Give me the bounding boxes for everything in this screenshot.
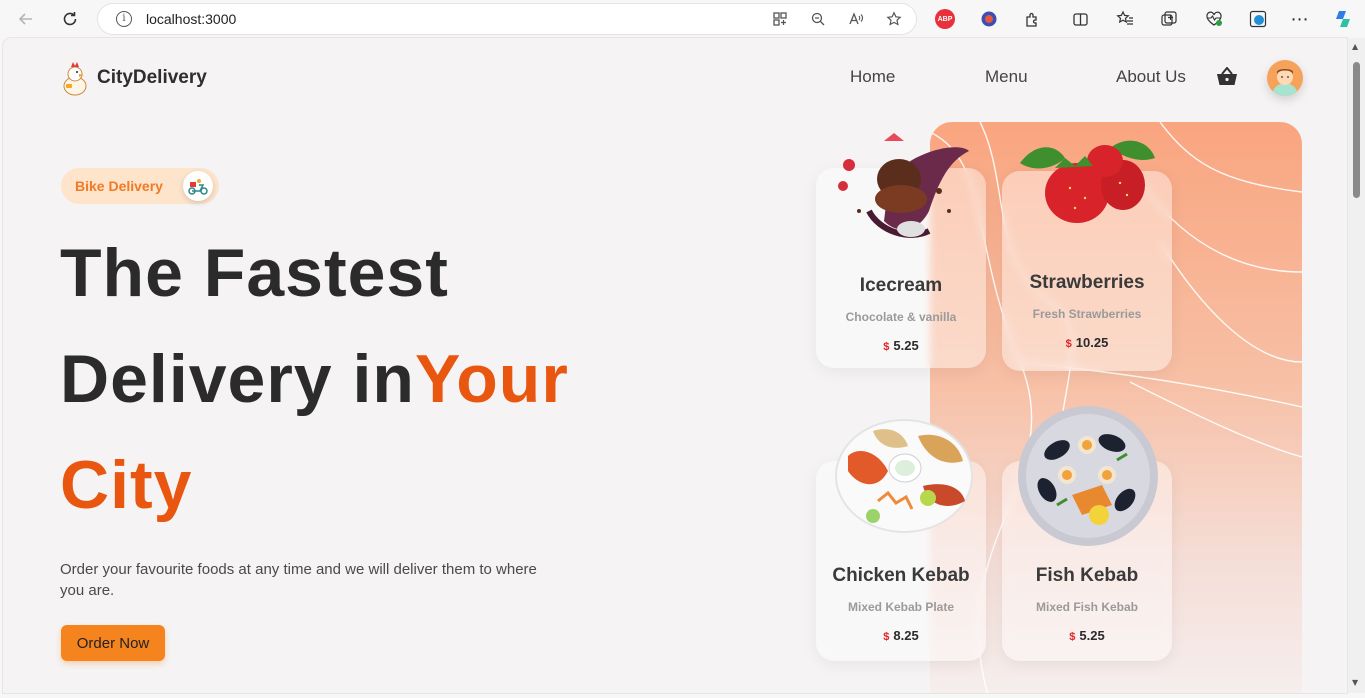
price-value: 8.25 [893, 628, 919, 643]
currency-symbol: $ [1069, 631, 1076, 643]
page-viewport: CityDelivery Home Menu About Us Bike Del… [3, 38, 1347, 693]
card-price: $8.25 [816, 628, 986, 643]
card-subtitle: Fresh Strawberries [1032, 307, 1142, 321]
user-avatar[interactable] [1267, 60, 1303, 96]
more-menu-icon[interactable]: ⋯ [1290, 9, 1310, 30]
card-title: Strawberries [1029, 272, 1145, 293]
price-value: 10.25 [1075, 335, 1109, 350]
card-price: $10.25 [1002, 335, 1172, 350]
browser-health-icon[interactable] [1204, 9, 1224, 29]
collections-icon[interactable] [1159, 9, 1179, 29]
order-now-button[interactable]: Order Now [61, 625, 165, 661]
address-bar[interactable]: i localhost:3000 [98, 4, 916, 34]
hero-title-line-2: Delivery inYour [60, 340, 569, 418]
price-value: 5.25 [1079, 628, 1105, 643]
scroll-up-arrow-icon[interactable]: ▲ [1352, 42, 1358, 51]
hero-title-accent-city: City [60, 447, 193, 523]
hero-title-line-1: The Fastest [60, 234, 449, 312]
favorite-star-icon[interactable] [884, 9, 904, 29]
card-title: Fish Kebab [1035, 565, 1139, 586]
currency-symbol: $ [1065, 338, 1072, 350]
shopping-basket-icon[interactable] [1216, 66, 1238, 87]
chicken-chef-logo-icon [60, 60, 90, 96]
scrollbar-thumb[interactable] [1353, 62, 1360, 198]
copilot-icon[interactable] [1333, 9, 1353, 29]
split-screen-icon[interactable] [1070, 9, 1090, 29]
apps-icon[interactable] [770, 9, 790, 29]
price-value: 5.25 [893, 338, 919, 353]
currency-symbol: $ [883, 341, 890, 353]
back-icon[interactable] [14, 7, 38, 31]
refresh-icon[interactable] [58, 7, 82, 31]
edge-extension-icon[interactable] [1248, 9, 1268, 29]
extension-globe-icon[interactable] [979, 9, 999, 29]
scroll-down-arrow-icon[interactable]: ▼ [1352, 678, 1358, 687]
brand-logo[interactable]: CityDelivery [60, 60, 207, 96]
nav-link-home[interactable]: Home [850, 67, 895, 87]
card-title: Icecream [859, 275, 943, 296]
delivery-scooter-icon [183, 171, 213, 201]
hero-title-accent-your: Your [414, 341, 569, 417]
address-url[interactable]: localhost:3000 [146, 11, 236, 27]
card-price: $5.25 [816, 338, 986, 353]
strawberry-icon [1015, 133, 1160, 237]
hero-title-text-1: The Fastest [60, 235, 449, 311]
card-subtitle: Chocolate & vanilla [845, 310, 957, 324]
favorites-icon[interactable] [1115, 9, 1135, 29]
card-price: $5.25 [1002, 628, 1172, 643]
brand-name[interactable]: CityDelivery [97, 67, 207, 89]
read-aloud-icon[interactable] [846, 9, 866, 29]
card-title: Chicken Kebab [832, 565, 970, 586]
adblock-extension-icon[interactable]: ABP [935, 9, 955, 29]
hero-title-line-3: City [60, 446, 192, 524]
site-info-icon[interactable]: i [116, 11, 132, 27]
hero-title-text-2: Delivery in [60, 341, 415, 417]
badge-label: Bike Delivery [75, 178, 163, 194]
nav-link-about-us[interactable]: About Us [1116, 67, 1186, 87]
bike-delivery-badge: Bike Delivery [61, 168, 219, 204]
seafood-plate-icon [1017, 405, 1159, 551]
icecream-icon [829, 121, 974, 250]
nav-link-menu[interactable]: Menu [985, 67, 1028, 87]
card-subtitle: Mixed Fish Kebab [1035, 600, 1139, 614]
hero-description: Order your favourite foods at any time a… [60, 561, 537, 599]
zoom-out-icon[interactable] [808, 9, 828, 29]
kebab-plate-icon [833, 416, 975, 538]
card-subtitle: Mixed Kebab Plate [847, 600, 955, 614]
browser-toolbar: i localhost:3000 ABP ⋯ [0, 0, 1365, 38]
currency-symbol: $ [883, 631, 890, 643]
page-scrollbar[interactable]: ▲ ▼ [1348, 38, 1365, 693]
extensions-puzzle-icon[interactable] [1022, 9, 1042, 29]
